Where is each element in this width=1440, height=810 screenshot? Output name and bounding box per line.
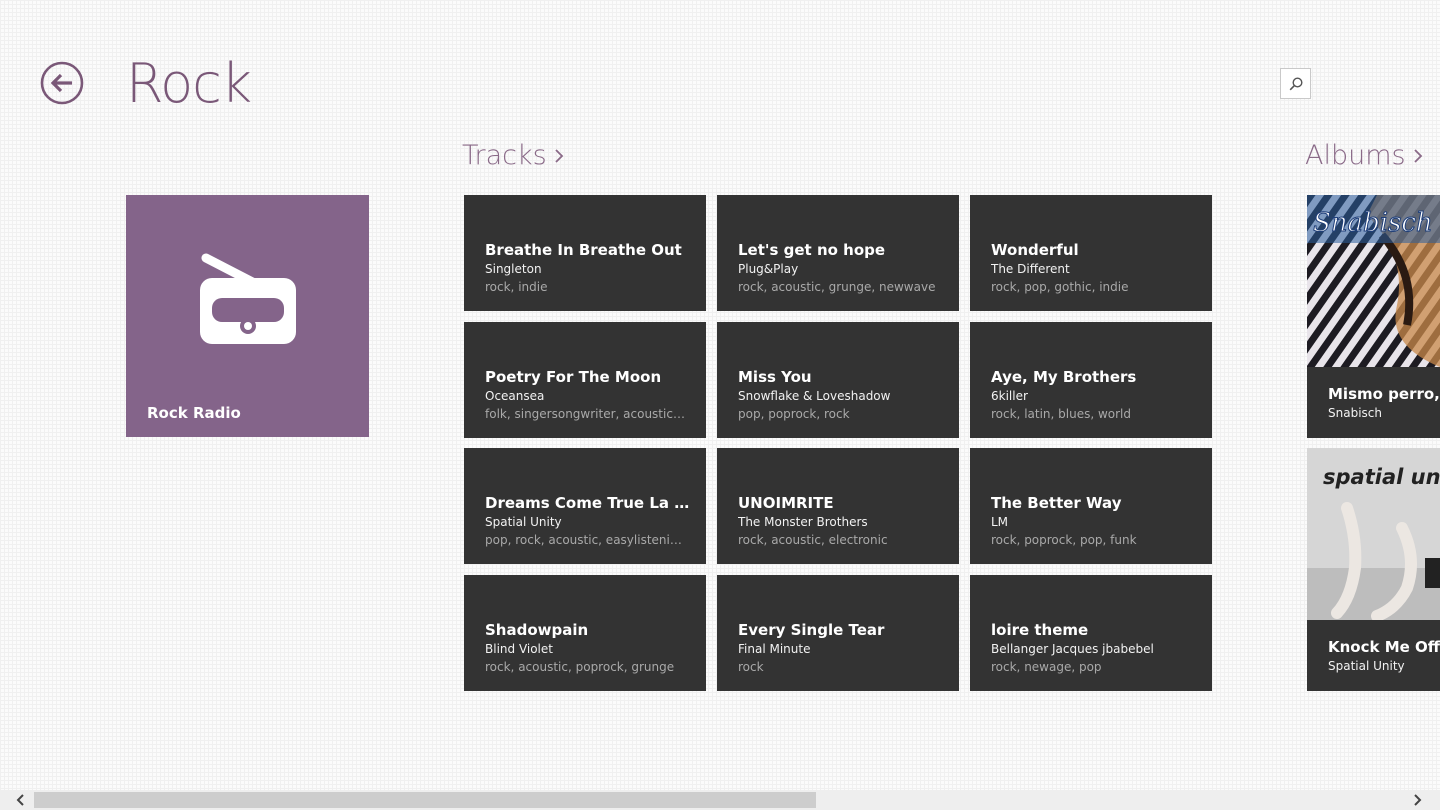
track-artist: Bellanger Jacques jbabebel	[991, 641, 1154, 656]
chevron-right-icon	[1414, 794, 1422, 806]
album-cover: Snabisch	[1307, 195, 1440, 367]
album-artist: Snabisch	[1328, 406, 1382, 420]
track-tile[interactable]: Shadowpain Blind Violet rock, acoustic, …	[464, 574, 706, 691]
track-tags: rock, indie	[485, 280, 548, 294]
track-artist: Oceansea	[485, 388, 545, 403]
track-artist: Final Minute	[738, 641, 811, 656]
track-tags: pop, poprock, rock	[738, 406, 850, 421]
scrollbar-thumb[interactable]	[34, 792, 816, 808]
albums-header-label: Albums	[1305, 140, 1406, 171]
album-artist: Spatial Unity	[1328, 659, 1405, 673]
track-tags: rock, acoustic, electronic	[738, 533, 888, 547]
track-title: Poetry For The Moon	[485, 367, 662, 386]
track-tile[interactable]: The Better Way LM rock, poprock, pop, fu…	[970, 448, 1212, 564]
scroll-left-button[interactable]	[4, 790, 38, 810]
horizontal-scrollbar[interactable]	[0, 790, 1440, 810]
track-title: Wonderful	[991, 241, 1079, 259]
track-tags: rock, newage, pop	[991, 659, 1102, 674]
album-cover: spatial unity	[1307, 448, 1440, 620]
chevron-right-icon	[555, 148, 563, 163]
track-artist: Singleton	[485, 262, 542, 276]
track-title: Let's get no hope	[738, 241, 886, 259]
track-tile[interactable]: Wonderful The Different rock, pop, gothi…	[970, 195, 1212, 311]
albums-section-header[interactable]: Albums	[1305, 140, 1424, 171]
tracks-section-header[interactable]: Tracks	[462, 140, 565, 171]
track-tile[interactable]: Aye, My Brothers 6killer rock, latin, bl…	[970, 321, 1212, 438]
album-tile[interactable]: spatial unity Knock Me Off M Spatial Uni…	[1307, 448, 1440, 691]
back-arrow-icon	[40, 61, 84, 105]
track-title: Aye, My Brothers	[991, 367, 1137, 386]
track-tile[interactable]: Every Single Tear Final Minute rock	[717, 574, 959, 691]
track-title: loire theme	[991, 620, 1089, 639]
track-tags: rock	[738, 659, 764, 674]
track-title: Dreams Come True La Ac...	[485, 494, 692, 512]
track-tags: pop, rock, acoustic, easylistening	[485, 533, 685, 547]
search-button[interactable]	[1280, 68, 1311, 99]
track-title: Every Single Tear	[738, 620, 885, 639]
album-title: Knock Me Off M	[1328, 638, 1440, 656]
page-title: Rock	[126, 52, 252, 115]
track-tile[interactable]: Dreams Come True La Ac... Spatial Unity …	[464, 448, 706, 564]
track-tile[interactable]: Poetry For The Moon Oceansea folk, singe…	[464, 321, 706, 438]
back-button[interactable]	[40, 61, 84, 105]
tracks-grid: Breathe In Breathe Out Singleton rock, i…	[464, 195, 1212, 691]
radio-icon	[200, 253, 296, 344]
track-title: Miss You	[738, 367, 812, 386]
search-icon	[1289, 76, 1303, 90]
track-tile[interactable]: UNOIMRITE The Monster Brothers rock, aco…	[717, 448, 959, 564]
track-artist: 6killer	[991, 388, 1028, 403]
rock-radio-label: Rock Radio	[147, 404, 241, 422]
track-tags: rock, acoustic, poprock, grunge	[485, 659, 675, 674]
rock-radio-tile[interactable]: Rock Radio	[126, 195, 369, 437]
chevron-left-icon	[16, 794, 24, 806]
track-title: The Better Way	[991, 494, 1122, 512]
track-artist: The Monster Brothers	[738, 515, 868, 529]
track-tags: rock, pop, gothic, indie	[991, 280, 1129, 294]
track-artist: Plug&Play	[738, 262, 799, 276]
album-title: Mismo perro, d	[1328, 385, 1440, 403]
album-tile[interactable]: Snabisch Mismo perro, d Snabisch	[1307, 195, 1440, 438]
track-tags: rock, poprock, pop, funk	[991, 533, 1137, 547]
track-title: Breathe In Breathe Out	[485, 241, 682, 259]
track-tags: rock, latin, blues, world	[991, 406, 1132, 421]
track-artist: LM	[991, 515, 1009, 529]
album-cover-logo-text: spatial unity	[1323, 465, 1440, 489]
track-title: Shadowpain	[485, 620, 589, 639]
track-tags: rock, acoustic, grunge, newwave	[738, 280, 936, 294]
album-cover-logo-text: Snabisch	[1313, 208, 1433, 238]
track-title: UNOIMRITE	[738, 494, 834, 512]
tracks-header-label: Tracks	[462, 140, 547, 171]
track-artist: Spatial Unity	[485, 515, 562, 529]
track-artist: Snowflake & Loveshadow	[738, 388, 891, 403]
track-tile[interactable]: Breathe In Breathe Out Singleton rock, i…	[464, 195, 706, 311]
chevron-right-icon	[1413, 148, 1422, 163]
scroll-right-button[interactable]	[1400, 790, 1434, 810]
track-artist: The Different	[991, 262, 1070, 276]
track-tags: folk, singersongwriter, acoustic,...	[485, 406, 685, 421]
track-tile[interactable]: Let's get no hope Plug&Play rock, acoust…	[717, 195, 959, 311]
track-artist: Blind Violet	[485, 641, 553, 656]
track-tile[interactable]: Miss You Snowflake & Loveshadow pop, pop…	[717, 321, 959, 438]
track-tile[interactable]: loire theme Bellanger Jacques jbabebel r…	[970, 574, 1212, 691]
